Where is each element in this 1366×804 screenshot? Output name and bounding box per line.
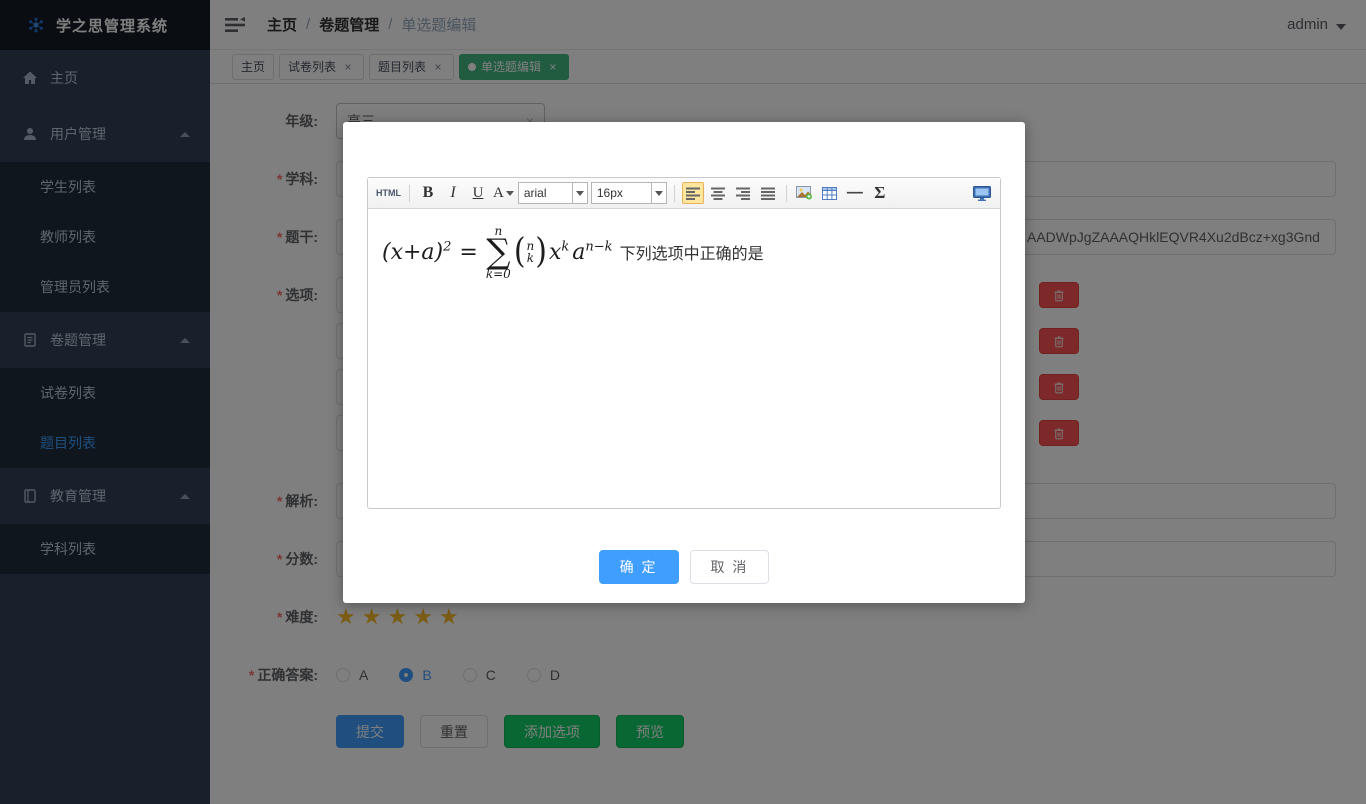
bold-button[interactable]: B: [417, 182, 439, 204]
fullscreen-button[interactable]: [971, 182, 993, 204]
toolbar-separator: [786, 185, 787, 202]
toolbar-separator: [409, 185, 410, 202]
math-formula: (x+a)2 = n ∑ k=0 ( nk ) xk an−k 下列选项中正确的…: [382, 225, 986, 280]
chevron-down-icon: [506, 191, 514, 196]
align-justify-icon: [761, 187, 775, 200]
source-code-button[interactable]: HTML: [375, 182, 402, 204]
formula-button[interactable]: Σ: [869, 182, 891, 204]
align-center-icon: [711, 187, 725, 200]
binomial-coefficient: ( nk ): [514, 237, 547, 267]
underline-button[interactable]: U: [467, 182, 489, 204]
font-color-button[interactable]: A: [492, 182, 515, 204]
align-justify-button[interactable]: [757, 182, 779, 204]
insert-image-button[interactable]: [794, 182, 816, 204]
rich-text-editor: HTML B I U A arial 16px: [367, 177, 1001, 509]
editor-toolbar: HTML B I U A arial 16px: [368, 178, 1000, 209]
image-icon: [796, 186, 813, 200]
editor-content[interactable]: (x+a)2 = n ∑ k=0 ( nk ) xk an−k 下列选项中正确的…: [368, 209, 1000, 508]
cancel-button[interactable]: 取 消: [690, 550, 770, 584]
dialog-footer: 确 定 取 消: [343, 550, 1025, 584]
align-right-icon: [736, 187, 750, 200]
stem-editor-dialog: HTML B I U A arial 16px: [343, 122, 1025, 603]
align-right-button[interactable]: [732, 182, 754, 204]
toolbar-separator: [674, 185, 675, 202]
chevron-down-icon: [651, 183, 666, 203]
italic-button[interactable]: I: [442, 182, 464, 204]
align-left-icon: [686, 187, 700, 200]
align-left-button[interactable]: [682, 182, 704, 204]
monitor-icon: [973, 186, 991, 201]
insert-table-button[interactable]: [819, 182, 841, 204]
table-icon: [822, 187, 837, 200]
horizontal-rule-button[interactable]: —: [844, 182, 866, 204]
font-size-select[interactable]: 16px: [591, 182, 667, 204]
font-family-select[interactable]: arial: [518, 182, 588, 204]
align-center-button[interactable]: [707, 182, 729, 204]
summation: n ∑ k=0: [486, 225, 511, 280]
chevron-down-icon: [572, 183, 587, 203]
page: 学之思管理系统 主页 用户管理 学生列表 教师列表 管理员列表 卷题管理 试卷列…: [0, 0, 1366, 804]
question-text: 下列选项中正确的是: [620, 240, 764, 264]
confirm-button[interactable]: 确 定: [599, 550, 679, 584]
